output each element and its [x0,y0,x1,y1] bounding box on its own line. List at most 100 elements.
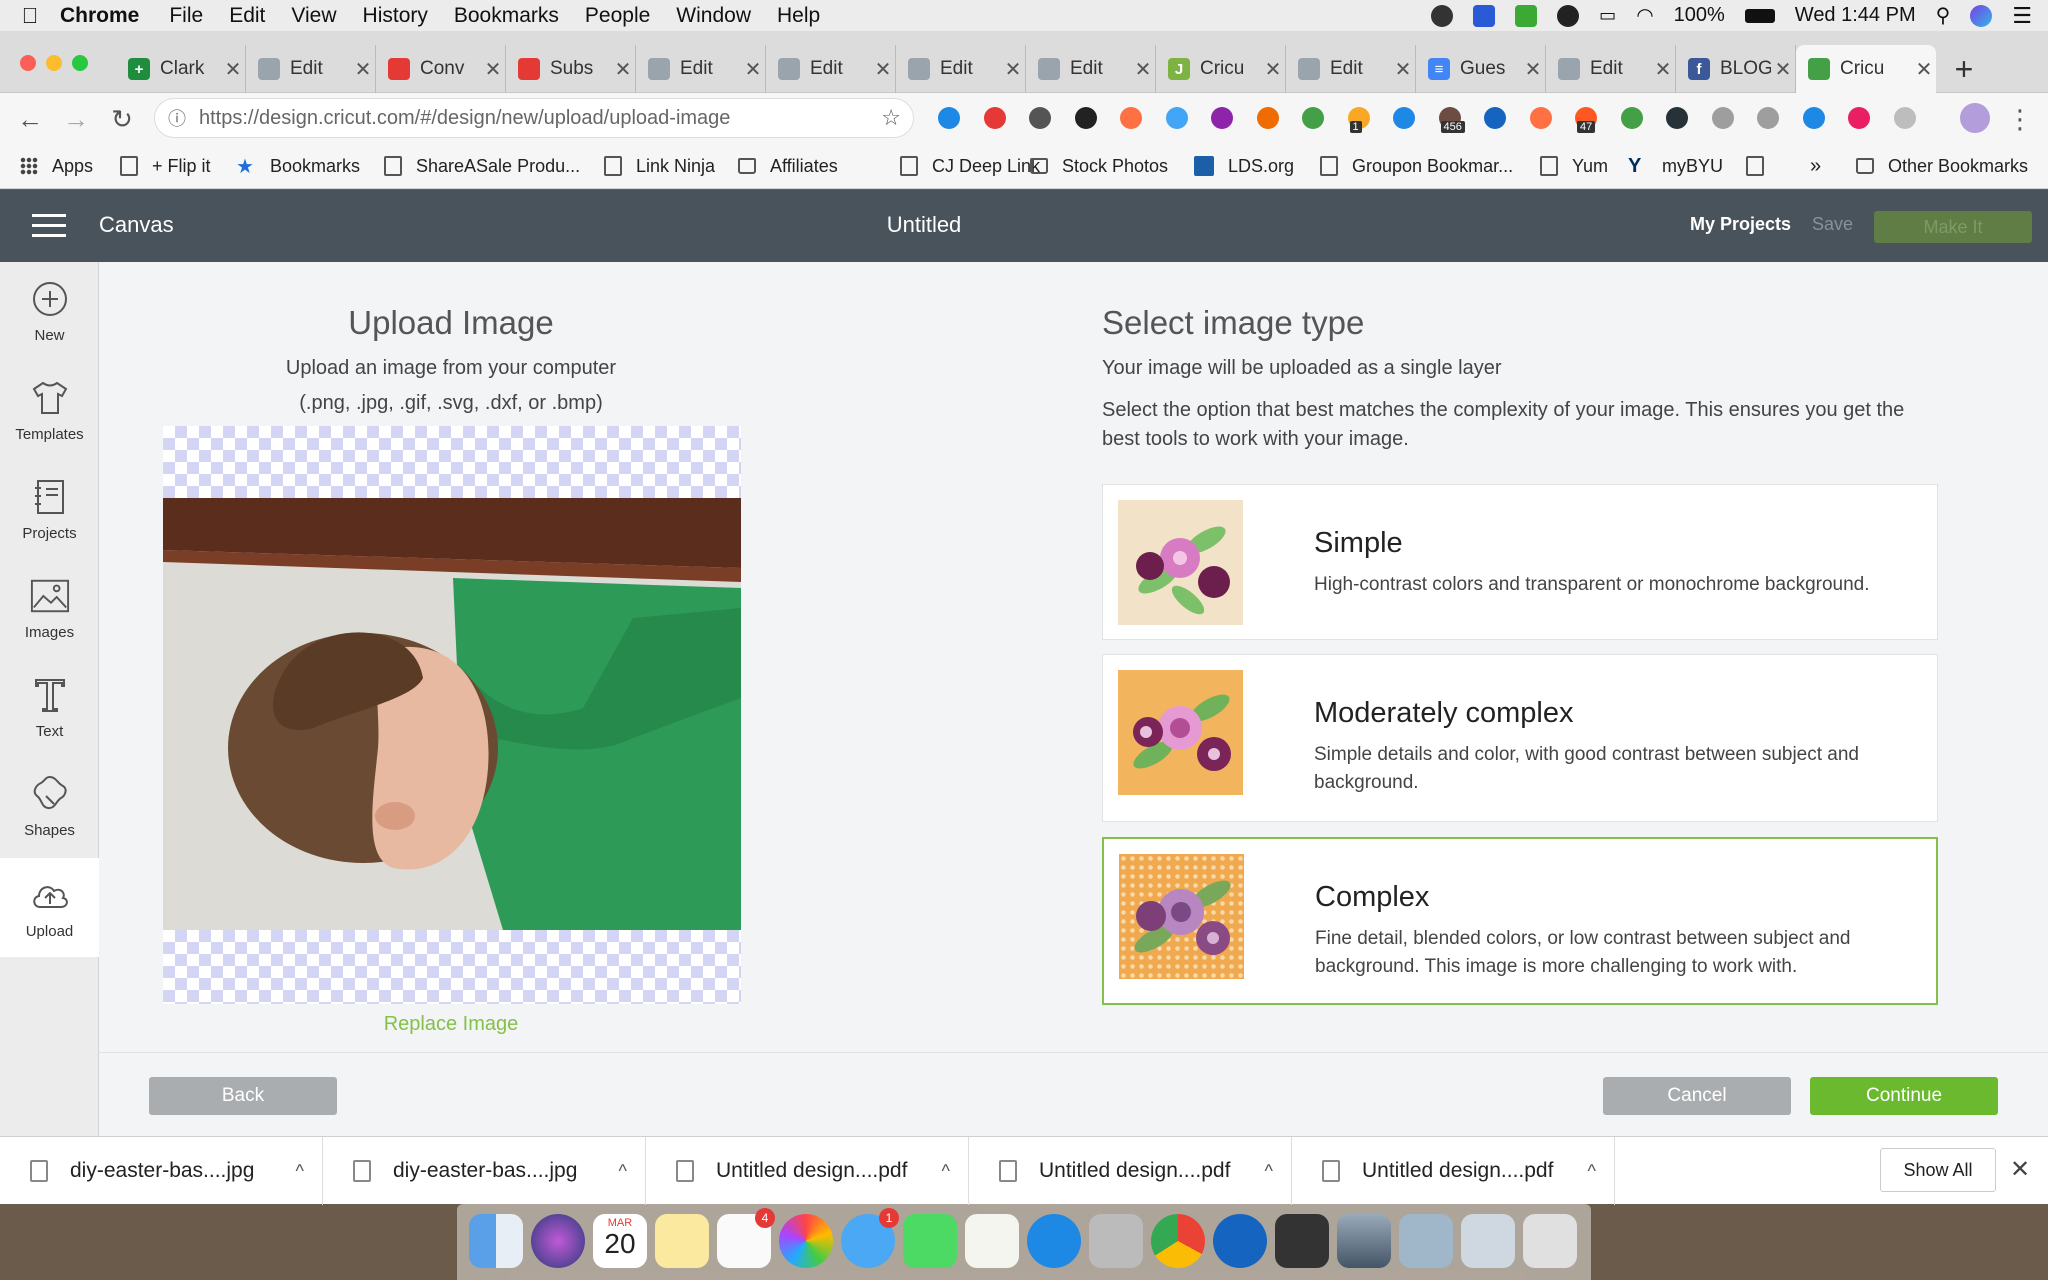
download-options-chevron-icon[interactable]: ^ [296,1161,304,1182]
bookmark-item[interactable]: Link Ninja [604,143,715,189]
browser-tab[interactable]: Edit ✕ [1286,45,1416,93]
site-info-icon[interactable]: ⓘ [155,105,199,131]
browser-extension-icon[interactable] [1302,107,1324,129]
forward-arrow-icon[interactable]: → [58,101,94,137]
tab-close-icon[interactable]: ✕ [741,57,765,82]
tab-close-icon[interactable]: ✕ [351,57,375,82]
siri-icon[interactable] [1970,4,1993,27]
chrome-dock-icon[interactable] [1151,1214,1205,1268]
back-arrow-icon[interactable]: ← [12,101,48,137]
siri-dock-icon[interactable] [531,1214,585,1268]
download-options-chevron-icon[interactable]: ^ [1265,1161,1273,1182]
cancel-button[interactable]: Cancel [1603,1077,1791,1115]
tab-close-icon[interactable]: ✕ [1391,57,1415,82]
facetime-icon[interactable] [903,1214,957,1268]
notification-center-icon[interactable]: ☰ [2012,3,2032,29]
download-item[interactable]: Untitled design....pdf ^ [969,1137,1292,1205]
pages-icon[interactable] [965,1214,1019,1268]
messages-icon[interactable]: 1 [841,1208,899,1268]
browser-extension-icon[interactable] [1256,107,1279,129]
bookmark-item[interactable]: Groupon Bookmar... [1320,143,1513,189]
notes-icon[interactable] [655,1214,709,1268]
bookmark-item[interactable]: YmyBYU [1628,143,1723,189]
browser-extension-icon[interactable]: 456 [1438,107,1465,133]
browser-extension-icon[interactable] [1165,107,1188,129]
menu-chrome[interactable]: Chrome [60,4,139,28]
back-button[interactable]: Back [149,1077,337,1115]
browser-extension-icon[interactable] [1074,107,1097,129]
option-card-moderately-complex[interactable]: Moderately complex Simple details and co… [1102,654,1938,822]
menu-edit[interactable]: Edit [229,4,265,28]
browser-extension-icon[interactable] [1484,107,1506,129]
menu-help[interactable]: Help [777,4,820,28]
browser-tab[interactable]: Edit ✕ [246,45,376,93]
sidebar-item-images[interactable]: Images [0,559,99,658]
download-item[interactable]: Untitled design....pdf ^ [1292,1137,1615,1205]
other-bookmarks[interactable]: Other Bookmarks [1856,143,2028,189]
reload-icon[interactable]: ↻ [104,101,140,137]
browser-tab[interactable]: Edit ✕ [766,45,896,93]
tab-close-icon[interactable]: ✕ [221,57,245,82]
browser-tab[interactable]: Edit ✕ [1546,45,1676,93]
trash-icon[interactable] [1523,1214,1577,1268]
browser-tab[interactable]: J Cricu ✕ [1156,45,1286,93]
tab-close-icon[interactable]: ✕ [871,57,895,82]
sidebar-item-upload[interactable]: Upload [0,858,99,957]
browser-tab[interactable]: f BLOG ✕ [1676,45,1796,93]
menu-window[interactable]: Window [676,4,751,28]
wifi-icon[interactable]: ◠ [1636,3,1653,28]
browser-extension-icon[interactable] [1393,107,1415,129]
window-zoom-button[interactable] [72,55,88,71]
bookmark-item[interactable]: Stock Photos [1030,143,1168,189]
preview-icon[interactable] [1399,1214,1453,1268]
browser-extension-icon[interactable] [1848,107,1870,129]
browser-extension-icon[interactable] [938,107,960,129]
bookmark-item[interactable]: ★ Bookmarks [236,143,360,189]
browser-extension-icon[interactable] [1529,107,1552,129]
sidebar-item-text[interactable]: Text [0,658,99,757]
calendar-icon[interactable]: MAR 20 [593,1214,647,1268]
browser-tab[interactable]: Conv ✕ [376,45,506,93]
show-all-downloads-button[interactable]: Show All [1880,1148,1996,1192]
menu-bookmarks[interactable]: Bookmarks [454,4,559,28]
continue-button[interactable]: Continue [1810,1077,1998,1115]
browser-tab[interactable]: Subs ✕ [506,45,636,93]
app-store-icon[interactable] [1027,1214,1081,1268]
option-card-simple[interactable]: Simple High-contrast colors and transpar… [1102,484,1938,640]
option-card-complex[interactable]: Complex Fine detail, blended colors, or … [1102,837,1938,1005]
browser-extension-icon[interactable] [1711,107,1734,129]
creative-cloud-icon[interactable] [1557,4,1580,27]
browser-extension-icon[interactable] [1211,107,1233,129]
download-options-chevron-icon[interactable]: ^ [619,1161,627,1182]
bookmark-item[interactable]: ShareASale Produ... [384,143,580,189]
download-options-chevron-icon[interactable]: ^ [1588,1161,1596,1182]
address-bar[interactable]: ⓘ https://design.cricut.com/#/design/new… [154,98,914,138]
tab-close-icon[interactable]: ✕ [1651,57,1675,82]
bookmark-item-untitled[interactable] [1746,143,1778,189]
bookmarks-overflow-chevron[interactable]: » [1810,143,1821,189]
apple-icon[interactable]:  [0,3,60,29]
tab-close-icon[interactable]: ✕ [1131,57,1155,82]
tab-close-icon[interactable]: ✕ [1771,57,1795,82]
menubar-clock[interactable]: Wed 1:44 PM [1795,4,1916,27]
browser-extension-icon[interactable]: 1 [1347,107,1370,133]
download-item[interactable]: diy-easter-bas....jpg ^ [0,1137,323,1205]
browser-extension-icon[interactable] [1620,107,1643,129]
bookmark-item[interactable]: Apps [20,143,93,189]
tab-close-icon[interactable]: ✕ [1261,57,1285,82]
browser-extension-icon[interactable] [1893,107,1916,129]
profile-avatar[interactable] [1960,103,1990,133]
my-projects-link[interactable]: My Projects [1690,214,1791,235]
browser-tab[interactable]: Edit ✕ [1026,45,1156,93]
teamviewer-status-icon[interactable] [1473,4,1496,27]
tab-close-icon[interactable]: ✕ [481,57,505,82]
window-minimize-button[interactable] [46,55,62,71]
browser-tab[interactable]: + Clark ✕ [116,45,246,93]
sidebar-item-shapes[interactable]: Shapes [0,757,99,856]
bookmark-item[interactable]: LDS.org [1194,143,1294,189]
tab-close-icon[interactable]: ✕ [1912,57,1936,82]
menu-people[interactable]: People [585,4,650,28]
browser-tab[interactable]: ≡ Gues ✕ [1416,45,1546,93]
sidebar-item-projects[interactable]: Projects [0,460,99,559]
tab-close-icon[interactable]: ✕ [1001,57,1025,82]
